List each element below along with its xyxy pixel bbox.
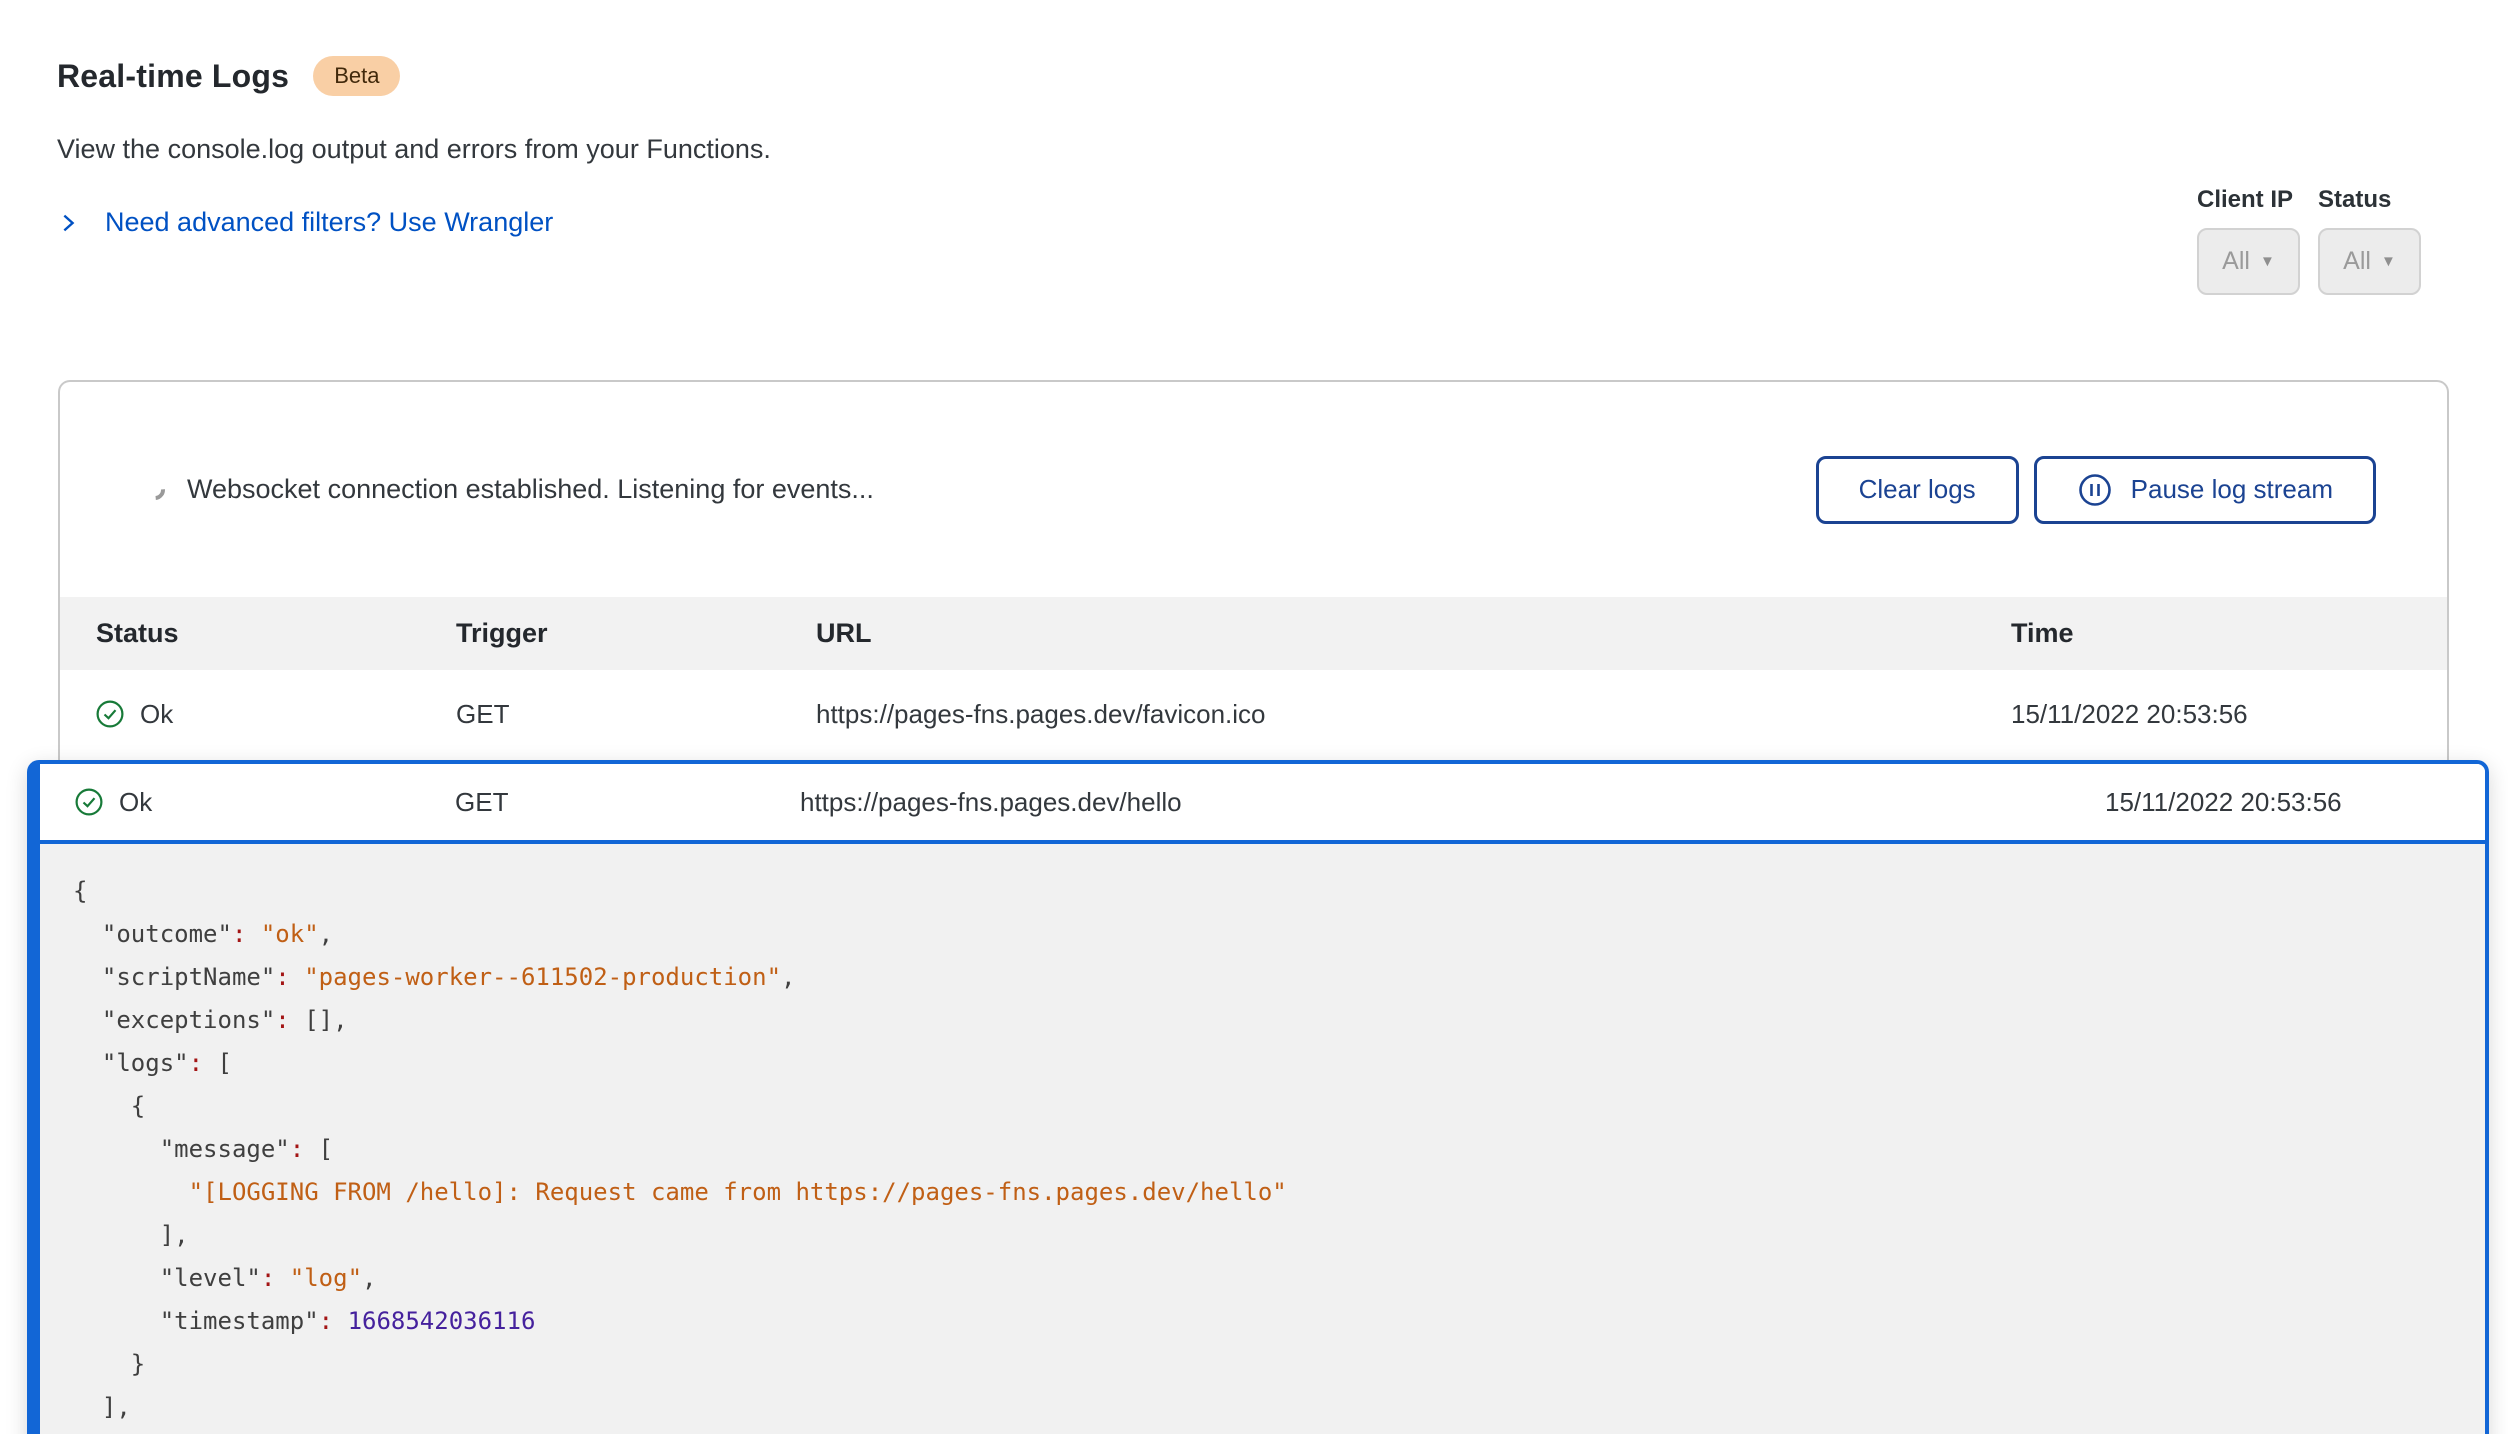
url-cell: https://pages-fns.pages.dev/favicon.ico [816,699,2011,730]
filters: Client IP All ▼ Status All ▼ [2197,186,2421,295]
column-header-status: Status [96,618,456,649]
json-line: } [73,1343,2485,1386]
page-header: Real-time Logs Beta View the console.log… [57,56,771,238]
client-ip-filter-group: Client IP All ▼ [2197,186,2300,295]
expanded-log-entry: Ok GET https://pages-fns.pages.dev/hello… [27,760,2489,1434]
wrangler-link-row[interactable]: Need advanced filters? Use Wrangler [57,207,771,238]
pause-icon [2077,472,2113,508]
status-filter-dropdown[interactable]: All ▼ [2318,228,2421,295]
status-cell: Ok [75,787,455,818]
json-line: ], [73,1214,2485,1257]
client-ip-filter-value: All [2222,247,2250,276]
json-line: "[LOGGING FROM /hello]: Request came fro… [73,1171,2485,1214]
wrangler-link[interactable]: Need advanced filters? Use Wrangler [105,207,553,238]
column-header-trigger: Trigger [456,618,816,649]
status-cell: Ok [96,699,456,730]
json-line: ], [73,1386,2485,1429]
column-header-time: Time [2011,618,2411,649]
client-ip-filter-dropdown[interactable]: All ▼ [2197,228,2300,295]
trigger-cell: GET [455,787,800,818]
table-header: Status Trigger URL Time [60,597,2447,670]
client-ip-filter-label: Client IP [2197,186,2300,214]
json-line: "logs": [ [73,1042,2485,1085]
log-table-row[interactable]: Ok GET https://pages-fns.pages.dev/favic… [60,670,2447,758]
check-circle-icon [75,788,103,816]
status-filter-label: Status [2318,186,2421,214]
json-view: { "outcome": "ok", "scriptName": "pages-… [40,844,2485,1429]
json-line: "exceptions": [], [73,999,2485,1042]
status-text: Ok [140,699,173,730]
status-filter-value: All [2343,247,2371,276]
clear-logs-label: Clear logs [1859,474,1976,505]
log-table-row-selected[interactable]: Ok GET https://pages-fns.pages.dev/hello… [40,764,2485,844]
column-header-url: URL [816,618,2011,649]
beta-badge: Beta [313,56,400,96]
json-line: "timestamp": 1668542036116 [73,1300,2485,1343]
clear-logs-button[interactable]: Clear logs [1816,456,2019,524]
websocket-status-text: Websocket connection established. Listen… [187,474,874,505]
json-line: { [73,870,2485,913]
json-line: "level": "log", [73,1257,2485,1300]
check-circle-icon [96,700,124,728]
chevron-right-icon [57,212,79,234]
websocket-status: Websocket connection established. Listen… [145,474,874,505]
trigger-cell: GET [456,699,816,730]
json-line: "scriptName": "pages-worker--611502-prod… [73,956,2485,999]
page-subtitle: View the console.log output and errors f… [57,134,771,165]
chevron-down-icon: ▼ [2260,254,2275,269]
status-filter-group: Status All ▼ [2318,186,2421,295]
spinner-icon [141,475,169,503]
time-cell: 15/11/2022 20:53:56 [2105,787,2450,818]
time-cell: 15/11/2022 20:53:56 [2011,699,2411,730]
pause-log-stream-button[interactable]: Pause log stream [2034,456,2376,524]
page-title: Real-time Logs [57,58,289,95]
pause-log-stream-label: Pause log stream [2131,474,2333,505]
json-line: "outcome": "ok", [73,913,2485,956]
json-line: "message": [ [73,1128,2485,1171]
chevron-down-icon: ▼ [2381,254,2396,269]
panel-toolbar: Websocket connection established. Listen… [60,382,2447,597]
status-text: Ok [119,787,152,818]
json-line: { [73,1085,2485,1128]
url-cell: https://pages-fns.pages.dev/hello [800,787,2105,818]
